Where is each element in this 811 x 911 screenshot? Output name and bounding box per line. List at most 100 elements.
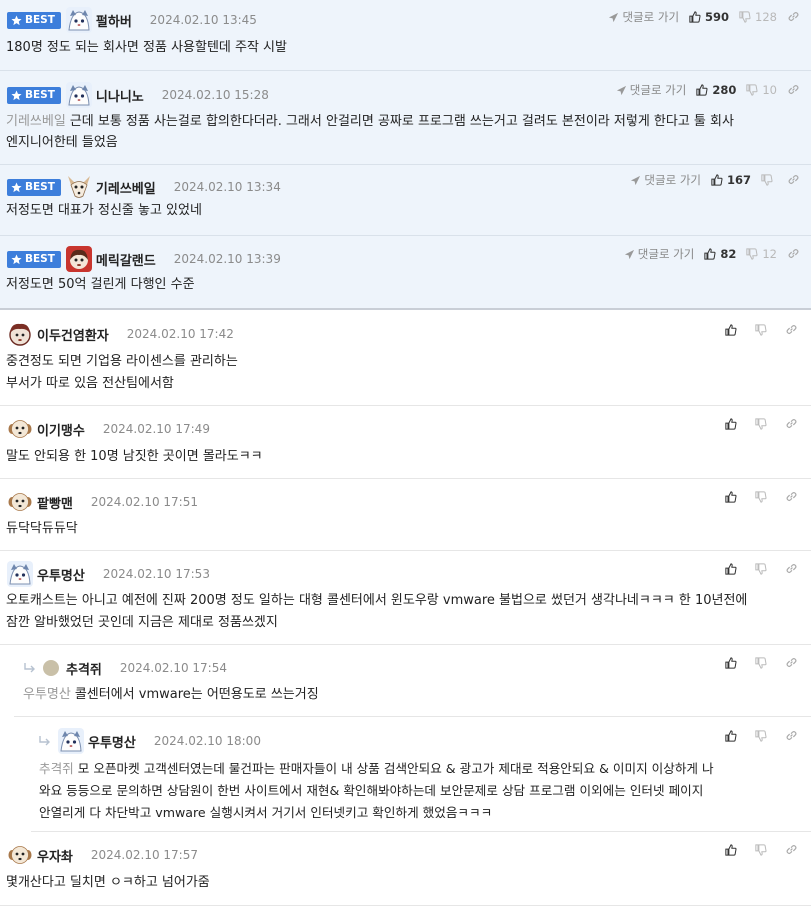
share-button[interactable] <box>785 729 799 743</box>
share-button[interactable] <box>787 83 801 97</box>
upvote-count: 167 <box>726 173 751 187</box>
avatar[interactable] <box>43 660 59 676</box>
share-button[interactable] <box>785 562 799 576</box>
mention-link[interactable]: 추격쥐 <box>39 761 74 776</box>
thumbs-down-icon <box>739 11 751 23</box>
comment-actions <box>725 652 799 674</box>
comment-body: 듀닥닥듀듀닥 <box>6 518 78 540</box>
comment-body: 180명 정도 되는 회사면 정품 사용할텐데 주작 시발 <box>6 37 287 59</box>
upvote-button[interactable] <box>725 844 737 856</box>
upvote-button[interactable] <box>725 730 737 742</box>
nickname[interactable]: 팥빵맨 <box>37 493 73 512</box>
go-to-reply-button[interactable]: 댓글로 가기 <box>624 246 694 262</box>
avatar[interactable] <box>7 842 33 868</box>
share-button[interactable] <box>785 323 799 337</box>
share-button[interactable] <box>785 843 799 857</box>
share-button[interactable] <box>787 247 801 261</box>
upvote-button[interactable]: 590 <box>689 10 729 24</box>
share-button[interactable] <box>787 173 801 187</box>
avatar[interactable] <box>65 7 92 33</box>
go-to-reply-button[interactable]: 댓글로 가기 <box>630 172 701 188</box>
best-badge: BEST <box>7 11 61 29</box>
avatar[interactable] <box>7 416 33 442</box>
downvote-button[interactable] <box>755 563 767 575</box>
thumbs-up-icon <box>689 11 701 23</box>
downvote-button[interactable] <box>755 844 767 856</box>
downvote-button[interactable]: 128 <box>739 10 777 24</box>
comment-header: 추격쥐 2024.02.10 17:54 <box>23 657 227 679</box>
comment-header: 우자촤 2024.02.10 17:57 <box>7 842 198 868</box>
nickname[interactable]: 펄하버 <box>96 11 132 30</box>
nickname[interactable]: 기레쓰베일 <box>96 178 156 197</box>
paper-plane-icon <box>631 175 641 185</box>
avatar[interactable] <box>58 728 84 754</box>
upvote-count: 280 <box>712 83 737 97</box>
upvote-count: 590 <box>705 10 730 24</box>
downvote-count: 12 <box>762 247 777 261</box>
downvote-button[interactable] <box>755 657 767 669</box>
best-comment: BEST 메릭갈랜드 2024.02.10 13:39 댓글로 가기 82 12… <box>0 236 811 310</box>
best-badge-label: BEST <box>25 14 55 26</box>
downvote-button[interactable] <box>755 418 767 430</box>
avatar[interactable] <box>65 174 92 200</box>
downvote-button[interactable]: 10 <box>746 83 777 97</box>
comment-header: BEST 펄하버 2024.02.10 13:45 <box>7 7 257 33</box>
nickname[interactable]: 우투명산 <box>88 732 136 751</box>
downvote-button[interactable] <box>761 174 777 186</box>
comment-header: 이두건염환자 2024.02.10 17:42 <box>7 321 234 347</box>
comment-header: BEST 기레쓰베일 2024.02.10 13:34 <box>7 174 281 200</box>
avatar[interactable] <box>7 489 33 515</box>
thumbs-up-icon <box>725 563 737 575</box>
link-icon <box>786 418 797 429</box>
comment-text: 콜센터에서 vmware는 어떤용도로 쓰는거징 <box>74 687 319 702</box>
link-icon <box>786 657 797 668</box>
upvote-button[interactable]: 280 <box>696 83 736 97</box>
comment-actions: 댓글로 가기 280 10 <box>616 79 801 101</box>
nickname[interactable]: 우투명산 <box>37 565 85 584</box>
comment-text: 몇개산다고 딜치면 ㅇㅋ하고 넘어가줌 <box>6 875 210 890</box>
best-badge-label: BEST <box>25 181 55 193</box>
upvote-button[interactable] <box>725 491 737 503</box>
comment-text: 듀닥닥듀듀닥 <box>6 521 78 536</box>
go-to-reply-label: 댓글로 가기 <box>629 83 687 97</box>
nickname[interactable]: 추격쥐 <box>66 659 102 678</box>
downvote-button[interactable] <box>755 730 767 742</box>
upvote-button[interactable] <box>725 563 737 575</box>
avatar[interactable] <box>7 321 33 347</box>
upvote-button[interactable]: 82 <box>704 247 736 261</box>
thumbs-down-icon <box>755 844 767 856</box>
downvote-count: 10 <box>762 83 777 97</box>
mention-link[interactable]: 기레쓰베일 <box>6 114 66 129</box>
share-button[interactable] <box>785 656 799 670</box>
link-icon <box>786 844 797 855</box>
go-to-reply-button[interactable]: 댓글로 가기 <box>608 9 679 25</box>
thumbs-up-icon <box>725 657 737 669</box>
star-icon <box>11 182 22 192</box>
thumbs-up-icon <box>725 730 737 742</box>
upvote-button[interactable] <box>725 657 737 669</box>
share-button[interactable] <box>785 490 799 504</box>
downvote-button[interactable]: 12 <box>746 247 777 261</box>
share-button[interactable] <box>785 417 799 431</box>
avatar[interactable] <box>65 82 92 108</box>
mention-link[interactable]: 우투명산 <box>23 687 71 702</box>
downvote-button[interactable] <box>755 491 767 503</box>
upvote-button[interactable] <box>725 418 737 430</box>
best-badge-label: BEST <box>25 253 55 265</box>
downvote-button[interactable] <box>755 324 767 336</box>
link-icon <box>788 84 799 95</box>
nickname[interactable]: 우자촤 <box>37 846 73 865</box>
avatar[interactable] <box>65 246 92 272</box>
nickname[interactable]: 이두건염환자 <box>37 325 109 344</box>
avatar[interactable] <box>7 561 33 587</box>
go-to-reply-button[interactable]: 댓글로 가기 <box>616 82 687 98</box>
comment-text: 180명 정도 되는 회사면 정품 사용할텐데 주작 시발 <box>6 40 287 55</box>
nickname[interactable]: 이기맹수 <box>37 420 85 439</box>
share-button[interactable] <box>787 10 801 24</box>
upvote-button[interactable] <box>725 324 737 336</box>
nickname[interactable]: 니나니노 <box>96 86 144 105</box>
reply-arrow-icon <box>23 662 37 674</box>
nickname[interactable]: 메릭갈랜드 <box>96 250 156 269</box>
upvote-button[interactable]: 167 <box>711 173 751 187</box>
star-icon <box>11 254 22 264</box>
